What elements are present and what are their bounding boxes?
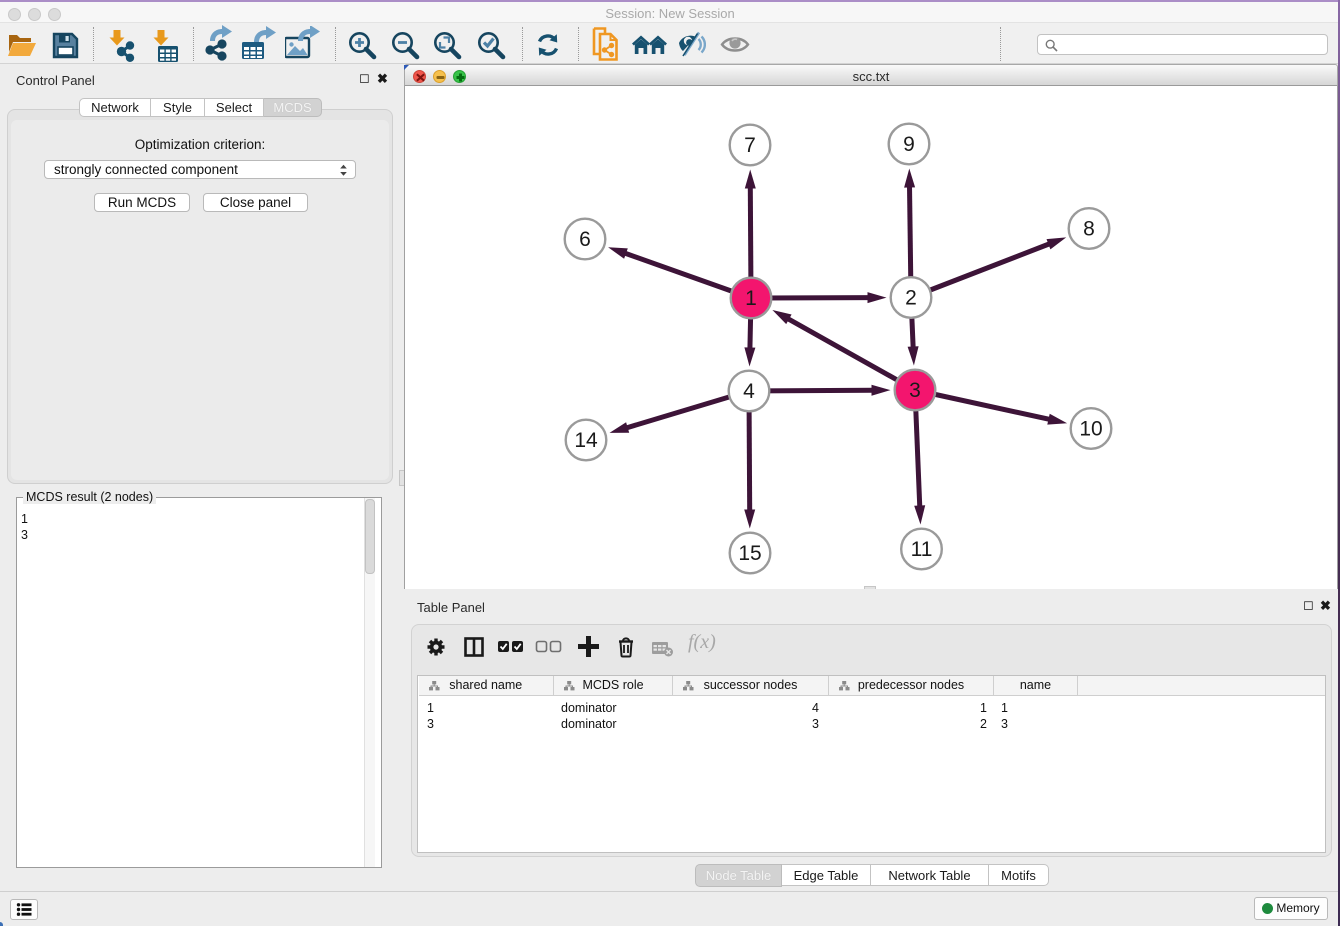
svg-text:10: 10 xyxy=(1079,418,1102,441)
svg-text:6: 6 xyxy=(579,228,591,251)
svg-text:7: 7 xyxy=(744,134,756,157)
svg-text:9: 9 xyxy=(903,133,915,156)
svg-text:8: 8 xyxy=(1083,218,1095,241)
svg-text:2: 2 xyxy=(905,287,917,310)
svg-text:4: 4 xyxy=(743,380,755,403)
svg-text:14: 14 xyxy=(574,429,598,452)
svg-text:3: 3 xyxy=(909,379,921,402)
svg-text:1: 1 xyxy=(745,287,757,310)
svg-text:15: 15 xyxy=(738,542,761,565)
svg-text:11: 11 xyxy=(911,538,933,561)
